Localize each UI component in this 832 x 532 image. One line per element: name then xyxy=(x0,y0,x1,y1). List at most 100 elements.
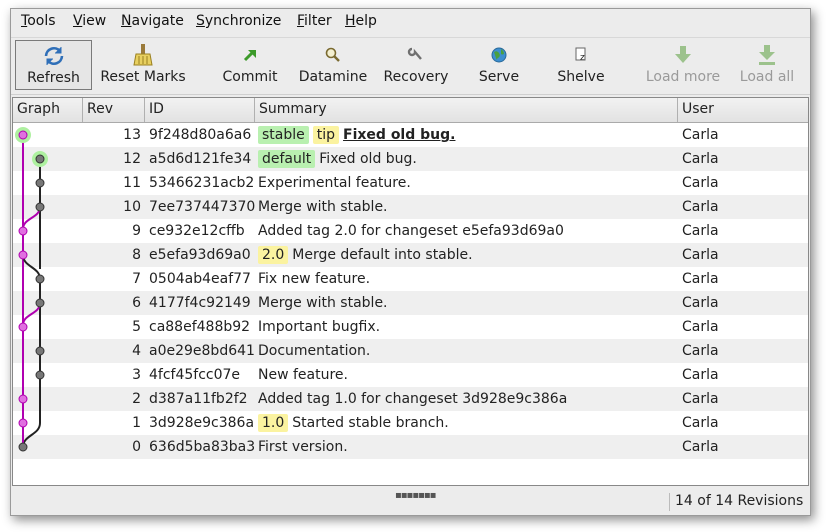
table-row[interactable]: 12 a5d6d121fe34 default Fixed old bug. Carla xyxy=(13,147,808,171)
user-cell: Carla xyxy=(682,223,719,239)
table-row[interactable]: 11 53466231acb2 Experimental feature. Carla xyxy=(13,171,808,195)
refresh-button[interactable]: Refresh xyxy=(15,40,92,90)
column-header-summary[interactable]: Summary xyxy=(255,98,678,122)
wrench-icon xyxy=(407,47,422,60)
summary-text: Important bugfix. xyxy=(258,319,381,335)
menubar: Tools View Navigate Synchronize Filter H… xyxy=(11,9,810,35)
menu-view[interactable]: View xyxy=(73,13,106,29)
summary-cell: First version. xyxy=(258,435,678,459)
revision-node[interactable] xyxy=(18,442,28,452)
table-row[interactable]: 13 9f248d80a6a6 stable tip Fixed old bug. Car… xyxy=(13,123,808,147)
menu-tools[interactable]: Tools xyxy=(21,13,56,29)
revision-node[interactable] xyxy=(35,298,45,308)
user-cell: Carla xyxy=(682,295,719,311)
table-row[interactable]: 3 4fcf45fcc07e New feature. Carla xyxy=(13,363,808,387)
revision-node[interactable] xyxy=(35,154,45,164)
tag-badge: 2.0 xyxy=(258,246,289,264)
menu-filter[interactable]: Filter xyxy=(297,13,332,29)
revision-node[interactable] xyxy=(35,274,45,284)
summary-cell: 2.0 Merge default into stable. xyxy=(258,243,678,267)
revision-node[interactable] xyxy=(35,370,45,380)
summary-text: Experimental feature. xyxy=(258,175,411,191)
column-header-rev[interactable]: Rev xyxy=(83,98,145,122)
table-header: Graph Rev ID Summary User xyxy=(13,98,808,123)
revision-node[interactable] xyxy=(35,202,45,212)
id-cell: a0e29e8bd641 xyxy=(149,343,255,359)
revision-node[interactable] xyxy=(18,226,28,236)
table-row[interactable]: 2 d387a11fb2f2 Added tag 1.0 for changeset… xyxy=(13,387,808,411)
table-row[interactable]: 4 a0e29e8bd641 Documentation. Carla xyxy=(13,339,808,363)
rev-cell: 1 xyxy=(132,415,141,431)
rev-cell: 4 xyxy=(132,343,141,359)
table-row[interactable]: 9 ce932e12cffb Added tag 2.0 for changeset… xyxy=(13,219,808,243)
summary-text: Started stable branch. xyxy=(292,415,449,431)
revision-node[interactable] xyxy=(18,418,28,428)
summary-text: Fixed old bug. xyxy=(319,151,417,167)
revision-node[interactable] xyxy=(18,130,28,140)
id-cell: 636d5ba83ba3 xyxy=(149,439,256,455)
table-row[interactable]: 6 4177f4c92149 Merge with stable. Carla xyxy=(13,291,808,315)
summary-text: Merge with stable. xyxy=(258,199,388,215)
menu-synchronize[interactable]: Synchronize xyxy=(196,13,281,29)
id-cell: 0504ab4eaf77 xyxy=(149,271,251,287)
table-row[interactable]: 0 636d5ba83ba3 First version. Carla xyxy=(13,435,808,459)
summary-text: Added tag 2.0 for changeset e5efa93d69a0 xyxy=(258,223,564,239)
revision-node[interactable] xyxy=(18,250,28,260)
rev-cell: 5 xyxy=(132,319,141,335)
rev-cell: 9 xyxy=(132,223,141,239)
menu-view-mnemonic: V xyxy=(73,13,83,29)
user-cell: Carla xyxy=(682,175,719,191)
revision-count: 14 of 14 Revisions xyxy=(675,493,804,509)
revision-node[interactable] xyxy=(35,178,45,188)
summary-cell: New feature. xyxy=(258,363,678,387)
menu-synchronize-rest: ynchronize xyxy=(204,13,282,29)
table-row[interactable]: 10 7ee737447370 Merge with stable. Carla xyxy=(13,195,808,219)
menu-synchronize-mnemonic: S xyxy=(196,13,205,29)
shelve-button[interactable]: z Shelve xyxy=(549,40,613,90)
menu-filter-mnemonic: F xyxy=(297,13,305,29)
status-separator xyxy=(669,493,670,511)
summary-text: Fixed old bug. xyxy=(343,127,456,143)
summary-cell: default Fixed old bug. xyxy=(258,147,678,171)
commit-arrow-icon xyxy=(243,49,256,62)
resize-grip[interactable]: ▪▪▪▪▪▪▪ xyxy=(395,490,436,501)
datamine-button[interactable]: Datamine xyxy=(295,40,371,90)
summary-cell: Added tag 2.0 for changeset e5efa93d69a0 xyxy=(258,219,678,243)
menu-help-rest: elp xyxy=(355,13,377,29)
menu-navigate-rest: avigate xyxy=(131,13,184,29)
revision-node[interactable] xyxy=(35,346,45,356)
broom-icon xyxy=(133,44,153,66)
rev-cell: 6 xyxy=(132,295,141,311)
load-more-button[interactable]: Load more xyxy=(641,40,725,90)
load-more-label: Load more xyxy=(645,69,721,85)
load-all-button[interactable]: Load all xyxy=(735,40,799,90)
summary-text: Documentation. xyxy=(258,343,371,359)
reset-marks-button[interactable]: Reset Marks xyxy=(97,40,189,90)
tag-badge: stable xyxy=(258,126,309,144)
commit-button[interactable]: Commit xyxy=(217,40,283,90)
summary-cell: stable tip Fixed old bug. xyxy=(258,123,678,147)
refresh-label: Refresh xyxy=(27,70,80,86)
menu-navigate[interactable]: Navigate xyxy=(121,13,184,29)
revision-node[interactable] xyxy=(18,322,28,332)
summary-cell: Added tag 1.0 for changeset 3d928e9c386a xyxy=(258,387,678,411)
recovery-button[interactable]: Recovery xyxy=(377,40,455,90)
table-row[interactable]: 8 e5efa93d69a0 2.0 Merge default into stabl… xyxy=(13,243,808,267)
table-row[interactable]: 7 0504ab4eaf77 Fix new feature. Carla xyxy=(13,267,808,291)
summary-cell: Merge with stable. xyxy=(258,291,678,315)
column-header-id[interactable]: ID xyxy=(145,98,255,122)
column-header-user[interactable]: User xyxy=(678,98,808,122)
summary-text: First version. xyxy=(258,439,348,455)
menu-help[interactable]: Help xyxy=(345,13,377,29)
serve-button[interactable]: Serve xyxy=(471,40,527,90)
user-cell: Carla xyxy=(682,199,719,215)
shelve-label: Shelve xyxy=(557,69,605,85)
summary-cell: Experimental feature. xyxy=(258,171,678,195)
revision-node[interactable] xyxy=(18,394,28,404)
statusbar: ▪▪▪▪▪▪▪ 14 of 14 Revisions xyxy=(11,489,810,515)
table-row[interactable]: 5 ca88ef488b92 Important bugfix. Carla xyxy=(13,315,808,339)
user-cell: Carla xyxy=(682,391,719,407)
id-cell: ca88ef488b92 xyxy=(149,319,251,335)
table-row[interactable]: 1 3d928e9c386a 1.0 Started stable branch. Ca… xyxy=(13,411,808,435)
rev-cell: 2 xyxy=(132,391,141,407)
